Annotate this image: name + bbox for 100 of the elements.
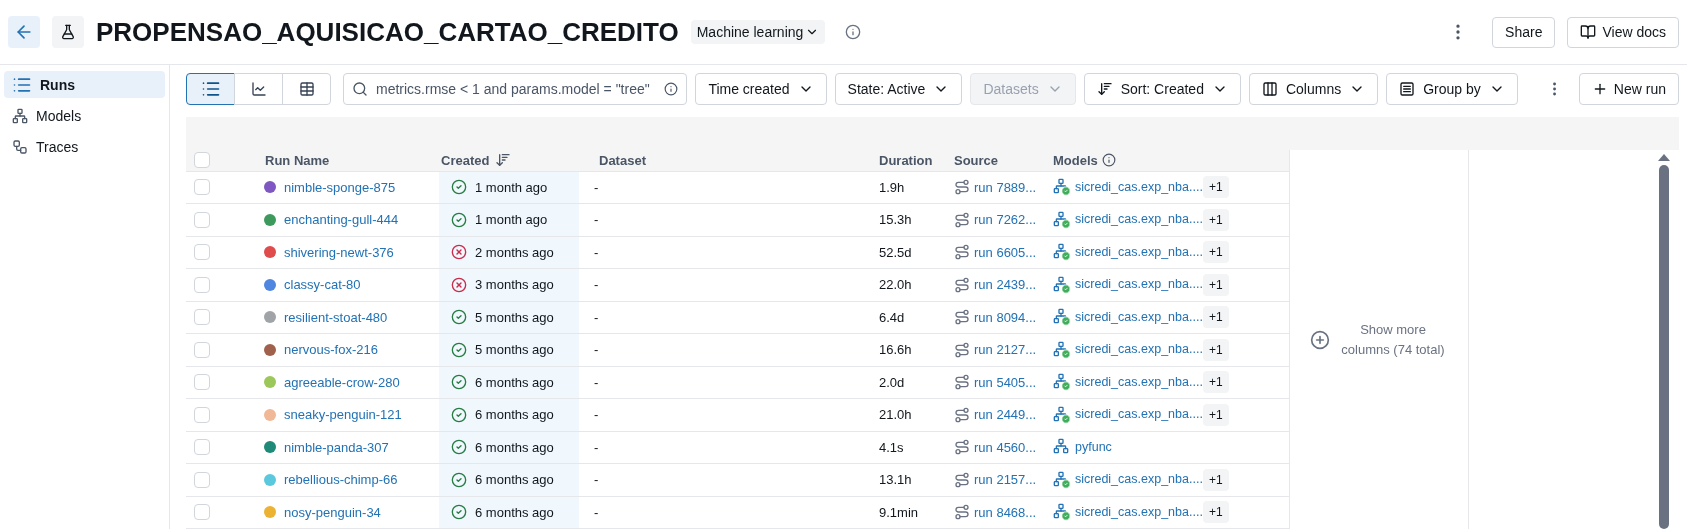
- more-models-tag[interactable]: +1: [1203, 306, 1229, 329]
- model-link[interactable]: sicredi_cas.exp_nba....: [1075, 275, 1203, 295]
- source-link[interactable]: run 4560...: [974, 437, 1037, 457]
- source-icon: [954, 374, 970, 391]
- created-time: 2 months ago: [475, 243, 554, 262]
- more-models-tag[interactable]: +1: [1203, 208, 1229, 231]
- row-checkbox[interactable]: [194, 439, 210, 456]
- row-checkbox[interactable]: [194, 276, 210, 293]
- filter-dropdown[interactable]: Group by: [1386, 73, 1518, 105]
- model-link[interactable]: sicredi_cas.exp_nba....: [1075, 210, 1203, 230]
- line-chart-icon: [250, 81, 267, 97]
- show-more-columns-link[interactable]: Show more columns (74 total): [1338, 319, 1448, 360]
- run-name-link[interactable]: sneaky-penguin-121: [284, 405, 402, 425]
- column-header[interactable]: Models: [1053, 150, 1098, 170]
- model-link[interactable]: pyfunc: [1075, 437, 1112, 457]
- source-link[interactable]: run 8468...: [974, 502, 1037, 522]
- sort-icon[interactable]: [495, 152, 512, 169]
- duration-cell: 21.0h: [879, 407, 912, 422]
- source-link[interactable]: run 8094...: [974, 307, 1037, 327]
- model-link[interactable]: sicredi_cas.exp_nba....: [1075, 502, 1203, 522]
- duration-cell: 52.5d: [879, 244, 912, 260]
- source-icon: [954, 244, 970, 261]
- source-link[interactable]: run 2439...: [974, 275, 1037, 295]
- run-name-link[interactable]: resilient-stoat-480: [284, 307, 388, 327]
- column-header[interactable]: Created: [441, 150, 490, 170]
- run-name-link[interactable]: rebellious-chimp-66: [284, 470, 398, 490]
- filter-dropdown[interactable]: State: Active: [834, 73, 963, 105]
- run-name-link[interactable]: nimble-sponge-875: [284, 177, 396, 197]
- row-checkbox[interactable]: [194, 504, 210, 521]
- more-models-tag[interactable]: +1: [1203, 403, 1229, 426]
- sidebar-item[interactable]: Models: [4, 102, 165, 129]
- sort-icon: [1096, 81, 1113, 97]
- source-link[interactable]: run 6605...: [974, 242, 1037, 262]
- source-link[interactable]: run 7889...: [974, 177, 1037, 197]
- model-link[interactable]: sicredi_cas.exp_nba....: [1075, 340, 1203, 360]
- header-checkbox[interactable]: [194, 152, 210, 169]
- row-checkbox[interactable]: [194, 341, 210, 358]
- row-checkbox[interactable]: [194, 244, 210, 261]
- filter-dropdown[interactable]: Time created: [695, 73, 827, 105]
- more-models-tag[interactable]: +1: [1203, 501, 1229, 524]
- source-link[interactable]: run 2449...: [974, 405, 1037, 425]
- created-time: 6 months ago: [475, 503, 554, 522]
- row-checkbox[interactable]: [194, 406, 210, 423]
- source-icon: [954, 439, 970, 456]
- row-checkbox[interactable]: [194, 179, 210, 196]
- scrollbar-thumb[interactable]: [1659, 165, 1669, 529]
- model-link[interactable]: sicredi_cas.exp_nba....: [1075, 470, 1203, 490]
- info-icon: [664, 82, 679, 96]
- model-link[interactable]: sicredi_cas.exp_nba....: [1075, 177, 1203, 197]
- run-name-link[interactable]: nervous-fox-216: [284, 340, 378, 360]
- sidebar-item[interactable]: Traces: [4, 133, 165, 160]
- more-models-tag[interactable]: +1: [1203, 468, 1229, 491]
- share-button[interactable]: Share: [1492, 16, 1556, 48]
- more-models-tag[interactable]: +1: [1203, 371, 1229, 394]
- row-checkbox[interactable]: [194, 374, 210, 391]
- experiment-type-dropdown[interactable]: Machine learning: [690, 20, 826, 44]
- run-name-link[interactable]: shivering-newt-376: [284, 242, 394, 262]
- row-checkbox[interactable]: [194, 309, 210, 326]
- book-icon: [1580, 24, 1597, 40]
- source-link[interactable]: run 5405...: [974, 372, 1037, 392]
- run-name-link[interactable]: classy-cat-80: [284, 275, 361, 295]
- model-link[interactable]: sicredi_cas.exp_nba....: [1075, 242, 1203, 262]
- row-checkbox[interactable]: [194, 471, 210, 488]
- created-time: 6 months ago: [475, 373, 554, 392]
- row-checkbox[interactable]: [194, 211, 210, 228]
- back-button[interactable]: [8, 16, 40, 48]
- new-run-button[interactable]: New run: [1578, 73, 1679, 105]
- view-docs-button[interactable]: View docs: [1567, 16, 1679, 48]
- column-header[interactable]: Run Name: [265, 152, 330, 168]
- run-name-link[interactable]: enchanting-gull-444: [284, 210, 399, 230]
- column-header[interactable]: Dataset: [599, 152, 646, 168]
- filter-dropdown[interactable]: Columns: [1248, 73, 1379, 105]
- source-link[interactable]: run 2127...: [974, 340, 1037, 360]
- source-icon: [954, 211, 970, 228]
- column-header[interactable]: Duration: [879, 152, 933, 168]
- model-link[interactable]: sicredi_cas.exp_nba....: [1075, 372, 1203, 392]
- source-icon: [954, 276, 970, 293]
- filter-dropdown[interactable]: Sort: Created: [1083, 73, 1241, 105]
- add-columns-icon[interactable]: [1310, 329, 1330, 350]
- model-link[interactable]: sicredi_cas.exp_nba....: [1075, 307, 1203, 327]
- source-link[interactable]: run 7262...: [974, 210, 1037, 230]
- search-field[interactable]: metrics.rmse < 1 and params.model = "tree": [343, 73, 688, 105]
- source-link[interactable]: run 2157...: [974, 470, 1037, 490]
- sidebar-item[interactable]: Runs: [4, 71, 165, 98]
- view-toggle[interactable]: [186, 73, 235, 105]
- more-models-tag[interactable]: +1: [1203, 273, 1229, 296]
- created-time: 6 months ago: [475, 471, 554, 489]
- run-name-link[interactable]: nimble-panda-307: [284, 437, 389, 457]
- more-models-tag[interactable]: +1: [1203, 176, 1229, 199]
- network-icon: [12, 107, 28, 124]
- dataset-cell: -: [594, 309, 599, 325]
- run-name-link[interactable]: agreeable-crow-280: [284, 372, 400, 392]
- column-header[interactable]: Source: [954, 152, 999, 168]
- model-link[interactable]: sicredi_cas.exp_nba....: [1075, 405, 1203, 425]
- table-icon: [298, 81, 315, 97]
- more-models-tag[interactable]: +1: [1203, 338, 1229, 361]
- flask-drawing: [60, 24, 76, 40]
- more-models-tag[interactable]: +1: [1203, 241, 1229, 264]
- dataset-cell: -: [594, 342, 599, 357]
- run-name-link[interactable]: nosy-penguin-34: [284, 502, 381, 522]
